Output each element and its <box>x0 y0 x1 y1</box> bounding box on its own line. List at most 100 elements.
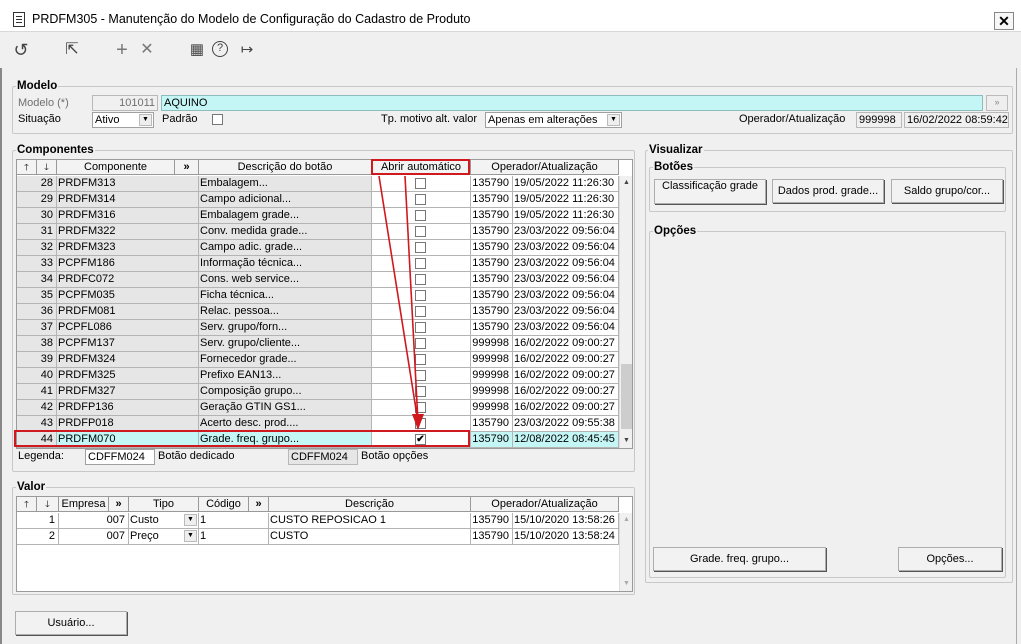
descricao-cell[interactable]: Relac. pessoa... <box>199 304 372 320</box>
table-row[interactable]: 39 PRDFM324 Fornecedor grade... 999998 16/02… <box>17 352 619 368</box>
descricao-cell[interactable]: Embalagem... <box>199 176 372 192</box>
descricao-cell[interactable]: Serv. grupo/forn... <box>199 320 372 336</box>
operador-date-cell[interactable]: 23/03/2022 09:56:04 <box>513 304 619 320</box>
usuario-button[interactable]: Usuário... <box>15 611 127 635</box>
classificacao-grade-button[interactable]: Classificação grade <box>654 179 766 204</box>
operador-code-cell[interactable]: 135790 <box>471 288 513 304</box>
operador-date-cell[interactable]: 23/03/2022 09:56:04 <box>513 272 619 288</box>
descricao-cell[interactable]: Campo adic. grade... <box>199 240 372 256</box>
grade-freq-grupo-button[interactable]: Grade. freq. grupo... <box>653 547 826 571</box>
add-icon[interactable]: + <box>112 40 132 60</box>
col-operador[interactable]: Operador/Atualização <box>471 160 619 175</box>
componente-cell[interactable]: PRDFM324 <box>57 352 199 368</box>
row-number[interactable]: 32 <box>17 240 57 256</box>
scroll-up-icon[interactable]: ▲ <box>620 176 632 190</box>
descricao-cell[interactable]: CUSTO <box>269 529 471 545</box>
row-number[interactable]: 33 <box>17 256 57 272</box>
delete-icon[interactable]: ✕ <box>137 40 157 60</box>
descricao-cell[interactable]: Conv. medida grade... <box>199 224 372 240</box>
row-number[interactable]: 34 <box>17 272 57 288</box>
close-button[interactable]: ✕ <box>994 12 1014 30</box>
descricao-cell[interactable]: Informação técnica... <box>199 256 372 272</box>
tipo-select[interactable]: Custo ▼ <box>129 513 199 529</box>
table-row[interactable]: 28 PRDFM313 Embalagem... 135790 19/05/2022 1… <box>17 176 619 192</box>
descricao-cell[interactable]: Cons. web service... <box>199 272 372 288</box>
scroll-down-icon[interactable]: ▼ <box>620 434 632 448</box>
operador-date-cell[interactable]: 12/08/2022 08:45:45 <box>513 432 619 448</box>
tipo-select[interactable]: Preço ▼ <box>129 529 199 545</box>
valor-col-more-button[interactable]: » <box>109 497 129 512</box>
exit-icon[interactable]: ↦ <box>237 40 257 60</box>
row-number[interactable]: 35 <box>17 288 57 304</box>
table-row[interactable]: 34 PRDFC072 Cons. web service... 135790 23/0… <box>17 272 619 288</box>
componentes-scrollbar[interactable]: ▲ ▼ <box>619 176 632 448</box>
padrao-checkbox[interactable] <box>212 114 223 125</box>
scroll-thumb[interactable] <box>621 364 632 429</box>
componente-cell[interactable]: PRDFM313 <box>57 176 199 192</box>
operador-code-cell[interactable]: 135790 <box>471 272 513 288</box>
col-valor-descricao[interactable]: Descrição <box>269 497 471 512</box>
col-codigo[interactable]: Código <box>199 497 249 512</box>
tp-motivo-select[interactable]: Apenas em alterações ▼ <box>485 112 622 128</box>
row-number[interactable]: 31 <box>17 224 57 240</box>
valor-col-more-button-2[interactable]: » <box>249 497 269 512</box>
componente-cell[interactable]: PRDFP136 <box>57 400 199 416</box>
pointer-icon[interactable]: ⇱ <box>62 40 82 60</box>
componente-cell[interactable]: PCPFM186 <box>57 256 199 272</box>
descricao-cell[interactable]: Fornecedor grade... <box>199 352 372 368</box>
row-number[interactable]: 36 <box>17 304 57 320</box>
modelo-name-field[interactable]: AQUINO <box>161 95 983 111</box>
componente-cell[interactable]: PRDFM314 <box>57 192 199 208</box>
codigo-cell[interactable]: 1 <box>199 513 269 529</box>
table-row[interactable]: 35 PCPFM035 Ficha técnica... 135790 23/03/20… <box>17 288 619 304</box>
opcoes-button[interactable]: Opções... <box>898 547 1002 571</box>
operador-code-cell[interactable]: 135790 <box>471 304 513 320</box>
descricao-cell[interactable]: Serv. grupo/cliente... <box>199 336 372 352</box>
row-number[interactable]: 28 <box>17 176 57 192</box>
table-row[interactable]: 1 007 Custo ▼ 1 CUSTO REPOSICAO 1 135790 15/10/… <box>17 513 619 529</box>
componente-cell[interactable]: PRDFM323 <box>57 240 199 256</box>
table-row[interactable]: 29 PRDFM314 Campo adicional... 135790 19/05/… <box>17 192 619 208</box>
operador-code-cell[interactable]: 999998 <box>471 336 513 352</box>
operador-code-cell[interactable]: 999998 <box>471 384 513 400</box>
descricao-cell[interactable]: Prefixo EAN13... <box>199 368 372 384</box>
table-row[interactable]: 38 PCPFM137 Serv. grupo/cliente... 999998 16… <box>17 336 619 352</box>
operador-code-cell[interactable]: 135790 <box>471 192 513 208</box>
row-number[interactable]: 40 <box>17 368 57 384</box>
operador-code-cell[interactable]: 135790 <box>471 176 513 192</box>
chevron-down-icon[interactable]: ▼ <box>184 530 197 542</box>
table-row[interactable]: 41 PRDFM327 Composição grupo... 999998 16/02… <box>17 384 619 400</box>
sort-up-button[interactable]: 🡑 <box>17 160 37 175</box>
componente-cell[interactable]: PCPFL086 <box>57 320 199 336</box>
operador-code-cell[interactable]: 135790 <box>471 432 513 448</box>
row-number[interactable]: 39 <box>17 352 57 368</box>
descricao-cell[interactable]: Ficha técnica... <box>199 288 372 304</box>
table-row[interactable]: 36 PRDFM081 Relac. pessoa... 135790 23/03/20… <box>17 304 619 320</box>
table-row[interactable]: 31 PRDFM322 Conv. medida grade... 135790 23/… <box>17 224 619 240</box>
operador-code-cell[interactable]: 999998 <box>471 368 513 384</box>
valor-scrollbar[interactable]: ▲ ▼ <box>619 513 632 591</box>
modelo-code-field[interactable]: 101011 <box>92 95 158 111</box>
operador-code-cell[interactable]: 999998 <box>471 352 513 368</box>
row-number[interactable]: 2 <box>17 529 59 545</box>
col-more-button[interactable]: » <box>175 160 199 175</box>
table-row[interactable]: 30 PRDFM316 Embalagem grade... 135790 19/05/… <box>17 208 619 224</box>
operador-code-cell[interactable]: 999998 <box>471 400 513 416</box>
row-number[interactable]: 41 <box>17 384 57 400</box>
componente-cell[interactable]: PRDFM325 <box>57 368 199 384</box>
descricao-cell[interactable]: CUSTO REPOSICAO 1 <box>269 513 471 529</box>
row-number[interactable]: 1 <box>17 513 59 529</box>
operador-date-cell[interactable]: 23/03/2022 09:56:04 <box>513 240 619 256</box>
refresh-icon[interactable]: ↺ <box>11 40 31 60</box>
componente-cell[interactable]: PCPFM137 <box>57 336 199 352</box>
table-row[interactable]: 37 PCPFL086 Serv. grupo/forn... 135790 23/03… <box>17 320 619 336</box>
operador-date-cell[interactable]: 15/10/2020 13:58:26 <box>513 513 619 529</box>
scroll-down-icon[interactable]: ▼ <box>620 577 632 591</box>
operador-date-cell[interactable]: 16/02/2022 09:00:27 <box>513 368 619 384</box>
operador-code-cell[interactable]: 135790 <box>471 208 513 224</box>
operador-code-cell[interactable]: 135790 <box>471 513 513 529</box>
row-number[interactable]: 38 <box>17 336 57 352</box>
operador-date-cell[interactable]: 16/02/2022 09:00:27 <box>513 384 619 400</box>
descricao-cell[interactable]: Embalagem grade... <box>199 208 372 224</box>
valor-sort-down-button[interactable]: 🡓 <box>37 497 59 512</box>
